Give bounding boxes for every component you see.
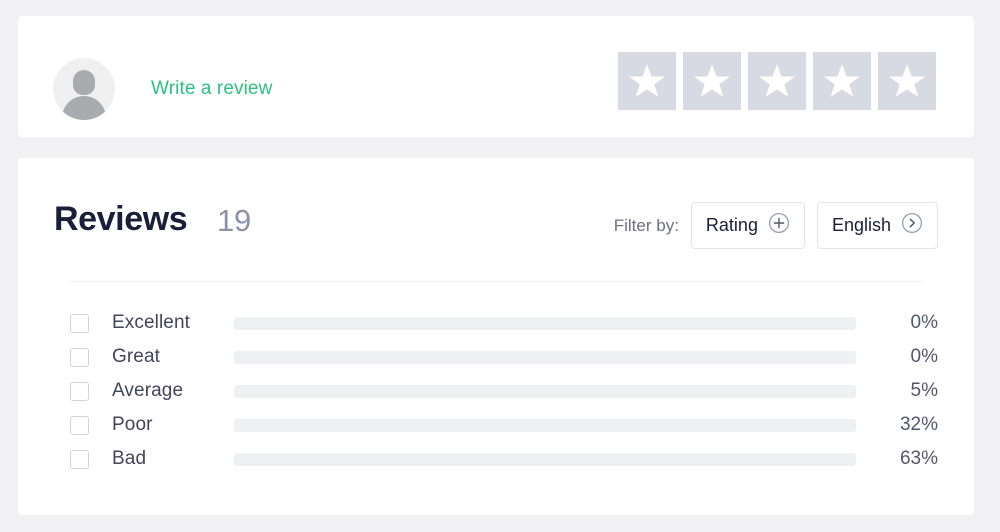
reviews-count: 19 bbox=[217, 203, 252, 238]
star-icon bbox=[759, 64, 795, 98]
filter-by-label: Filter by: bbox=[613, 215, 679, 235]
star-tile-5[interactable] bbox=[878, 52, 936, 110]
rating-percent-bad: 63% bbox=[899, 448, 938, 469]
rating-label-average: Average bbox=[112, 380, 184, 401]
rating-filter-checkbox-average[interactable] bbox=[70, 381, 89, 401]
write-a-review-link[interactable]: Write a review bbox=[151, 78, 272, 100]
table-row: Poor 32% bbox=[70, 408, 938, 442]
rating-percent-great: 0% bbox=[910, 346, 938, 367]
rating-filter-checkbox-excellent[interactable] bbox=[70, 313, 89, 333]
rating-filter-checkbox-poor[interactable] bbox=[70, 415, 89, 435]
filter-controls: Filter by: Rating English bbox=[614, 202, 938, 249]
user-avatar-icon bbox=[53, 58, 115, 120]
table-row: Average 5% bbox=[70, 374, 938, 408]
rating-bar-great[interactable] bbox=[234, 350, 856, 364]
chevron-right-circle-icon bbox=[901, 212, 923, 239]
star-rating-selector[interactable] bbox=[618, 52, 936, 110]
reviews-card: Reviews 19 Filter by: Rating English Exc… bbox=[18, 158, 974, 515]
rating-filter-checkbox-great[interactable] bbox=[70, 347, 89, 367]
plus-circle-icon bbox=[768, 212, 790, 239]
rating-label-bad: Bad bbox=[112, 448, 147, 469]
rating-label-excellent: Excellent bbox=[112, 312, 190, 333]
rating-bar-poor[interactable] bbox=[234, 418, 856, 432]
filter-language-button[interactable]: English bbox=[816, 202, 938, 249]
write-review-card: Write a review bbox=[18, 16, 974, 137]
rating-label-great: Great bbox=[112, 346, 161, 367]
rating-bar-bad[interactable] bbox=[234, 452, 856, 466]
star-icon bbox=[889, 64, 925, 98]
star-tile-4[interactable] bbox=[813, 52, 871, 110]
rating-label-poor: Poor bbox=[112, 414, 153, 435]
rating-percent-average: 5% bbox=[910, 380, 938, 401]
filter-rating-label: Rating bbox=[705, 215, 758, 235]
page-title: Reviews bbox=[54, 200, 188, 238]
star-icon bbox=[629, 64, 665, 98]
rating-distribution: Excellent 0% Great 0% Average 5% Poor 32… bbox=[70, 306, 938, 476]
star-icon bbox=[694, 64, 730, 98]
table-row: Excellent 0% bbox=[70, 306, 938, 340]
rating-filter-checkbox-bad[interactable] bbox=[70, 449, 89, 469]
trustpilot-reviews-page: Write a review Reviews 19 Filter by: Rat… bbox=[0, 0, 1000, 532]
table-row: Great 0% bbox=[70, 340, 938, 374]
rating-percent-poor: 32% bbox=[899, 414, 938, 435]
rating-bar-average[interactable] bbox=[234, 384, 856, 398]
star-tile-3[interactable] bbox=[748, 52, 806, 110]
header-divider bbox=[70, 281, 922, 282]
star-tile-1[interactable] bbox=[618, 52, 676, 110]
filter-language-label: English bbox=[831, 215, 891, 235]
avatar bbox=[53, 58, 115, 120]
star-tile-2[interactable] bbox=[683, 52, 741, 110]
star-icon bbox=[824, 64, 860, 98]
rating-bar-excellent[interactable] bbox=[234, 316, 856, 330]
avatar-body bbox=[62, 96, 106, 120]
table-row: Bad 63% bbox=[70, 442, 938, 476]
avatar-head bbox=[73, 70, 95, 95]
rating-percent-excellent: 0% bbox=[910, 312, 938, 333]
reviews-header: Reviews 19 Filter by: Rating English bbox=[54, 200, 938, 249]
filter-rating-button[interactable]: Rating bbox=[690, 202, 805, 249]
